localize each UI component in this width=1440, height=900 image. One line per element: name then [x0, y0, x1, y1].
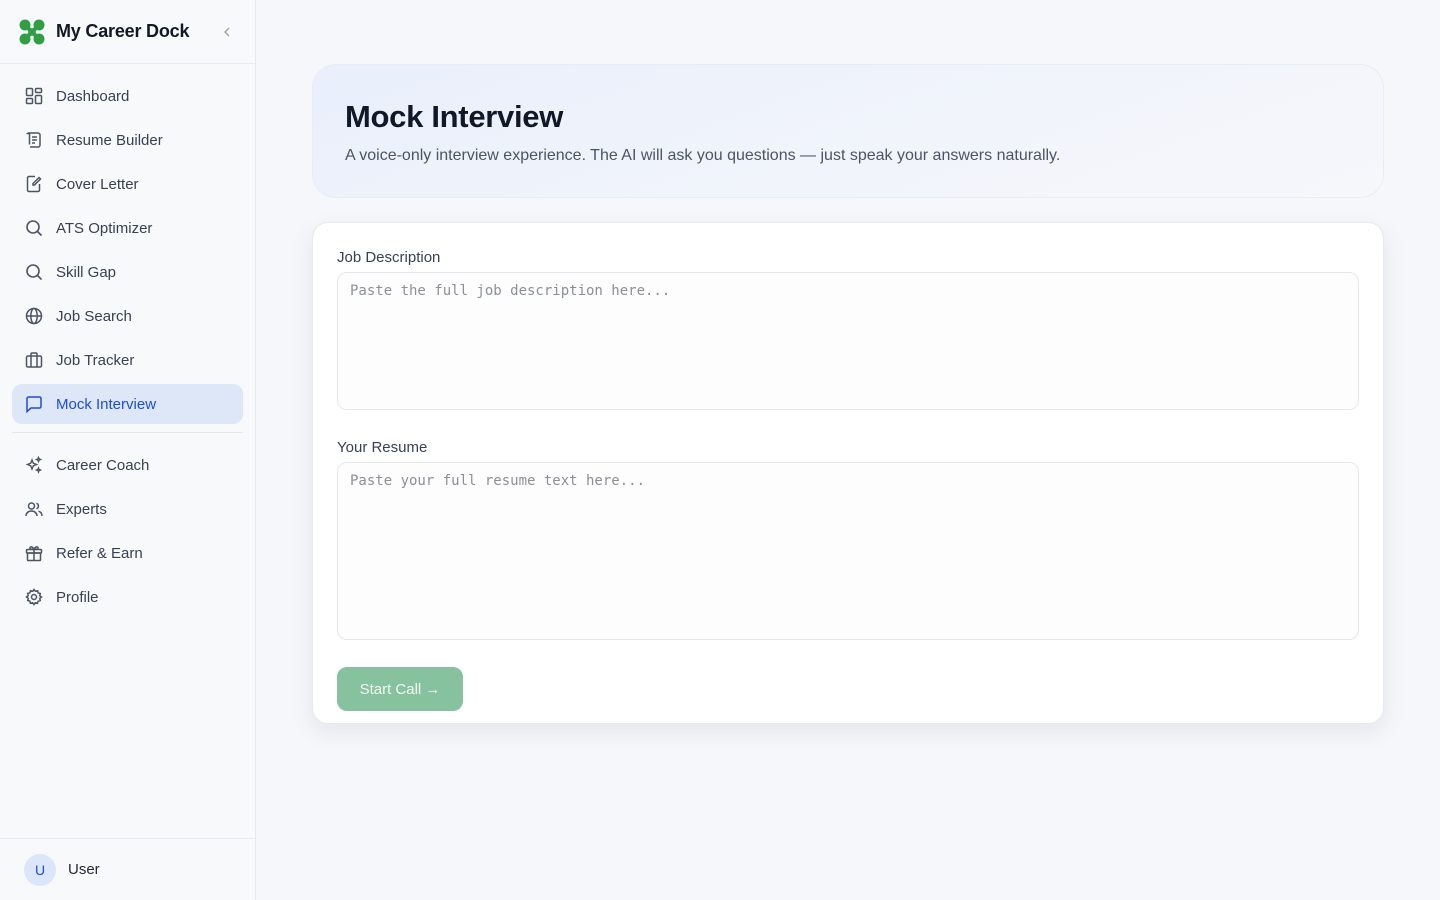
sidebar-item-label: Resume Builder [56, 131, 163, 149]
user-name: User [68, 861, 100, 878]
sidebar-item-label: Mock Interview [56, 395, 157, 413]
brand-header: My Career Dock [0, 0, 255, 64]
resume-label: Your Resume [337, 439, 428, 456]
page-subtitle: A voice-only interview experience. The A… [345, 147, 1061, 164]
sidebar-item-label: Experts [56, 500, 107, 518]
job-description-input[interactable] [337, 272, 1359, 410]
page-header: Mock Interview A voice-only interview ex… [312, 64, 1384, 198]
sidebar-item-label: Dashboard [56, 87, 130, 105]
sidebar: My Career Dock Dashboard Resume Builder … [0, 0, 256, 900]
user-menu[interactable]: U User [0, 838, 255, 900]
sidebar-item-ats-optimizer[interactable]: ATS Optimizer [12, 208, 243, 248]
sidebar-divider [12, 432, 243, 433]
sidebar-item-refer-earn[interactable]: Refer & Earn [12, 533, 243, 573]
scroll-document-icon [24, 130, 44, 150]
briefcase-icon [24, 350, 44, 370]
sidebar-item-label: Cover Letter [56, 175, 139, 193]
sidebar-item-cover-letter[interactable]: Cover Letter [12, 164, 243, 204]
sidebar-item-label: Career Coach [56, 456, 150, 474]
sidebar-item-label: Job Search [56, 307, 132, 325]
message-square-icon [24, 394, 44, 414]
sidebar-item-label: Profile [56, 588, 99, 606]
dashboard-grid-icon [24, 86, 44, 106]
sidebar-item-experts[interactable]: Experts [12, 489, 243, 529]
avatar: U [24, 853, 56, 886]
chevron-left-icon[interactable] [217, 22, 237, 42]
gift-icon [24, 543, 44, 563]
sidebar-nav: Dashboard Resume Builder Cover Letter AT… [0, 64, 255, 617]
sidebar-item-resume-builder[interactable]: Resume Builder [12, 120, 243, 160]
sidebar-item-job-search[interactable]: Job Search [12, 296, 243, 336]
settings-gear-icon [24, 587, 44, 607]
main-content: Mock Interview A voice-only interview ex… [256, 0, 1440, 900]
globe-icon [24, 306, 44, 326]
page-title: Mock Interview [345, 99, 564, 134]
sidebar-item-label: Job Tracker [56, 351, 135, 369]
job-description-label: Job Description [337, 249, 441, 266]
edit-document-icon [24, 174, 44, 194]
sidebar-item-label: Skill Gap [56, 263, 117, 281]
sidebar-item-label: ATS Optimizer [56, 219, 153, 237]
clover-logo-icon [19, 19, 45, 44]
sidebar-item-label: Refer & Earn [56, 544, 143, 562]
sidebar-item-skill-gap[interactable]: Skill Gap [12, 252, 243, 292]
resume-input[interactable] [337, 462, 1359, 640]
interview-form-card: Job Description Your Resume Start Call → [312, 222, 1384, 724]
sidebar-item-job-tracker[interactable]: Job Tracker [12, 340, 243, 380]
sidebar-item-career-coach[interactable]: Career Coach [12, 445, 243, 485]
sidebar-item-dashboard[interactable]: Dashboard [12, 76, 243, 116]
start-call-button[interactable]: Start Call → [337, 667, 463, 711]
search-icon [24, 218, 44, 238]
sidebar-item-mock-interview[interactable]: Mock Interview [12, 384, 243, 424]
search-icon [24, 262, 44, 282]
sidebar-item-profile[interactable]: Profile [12, 577, 243, 617]
users-icon [24, 499, 44, 519]
brand-name: My Career Dock [56, 21, 190, 41]
sparkles-icon [24, 455, 44, 475]
